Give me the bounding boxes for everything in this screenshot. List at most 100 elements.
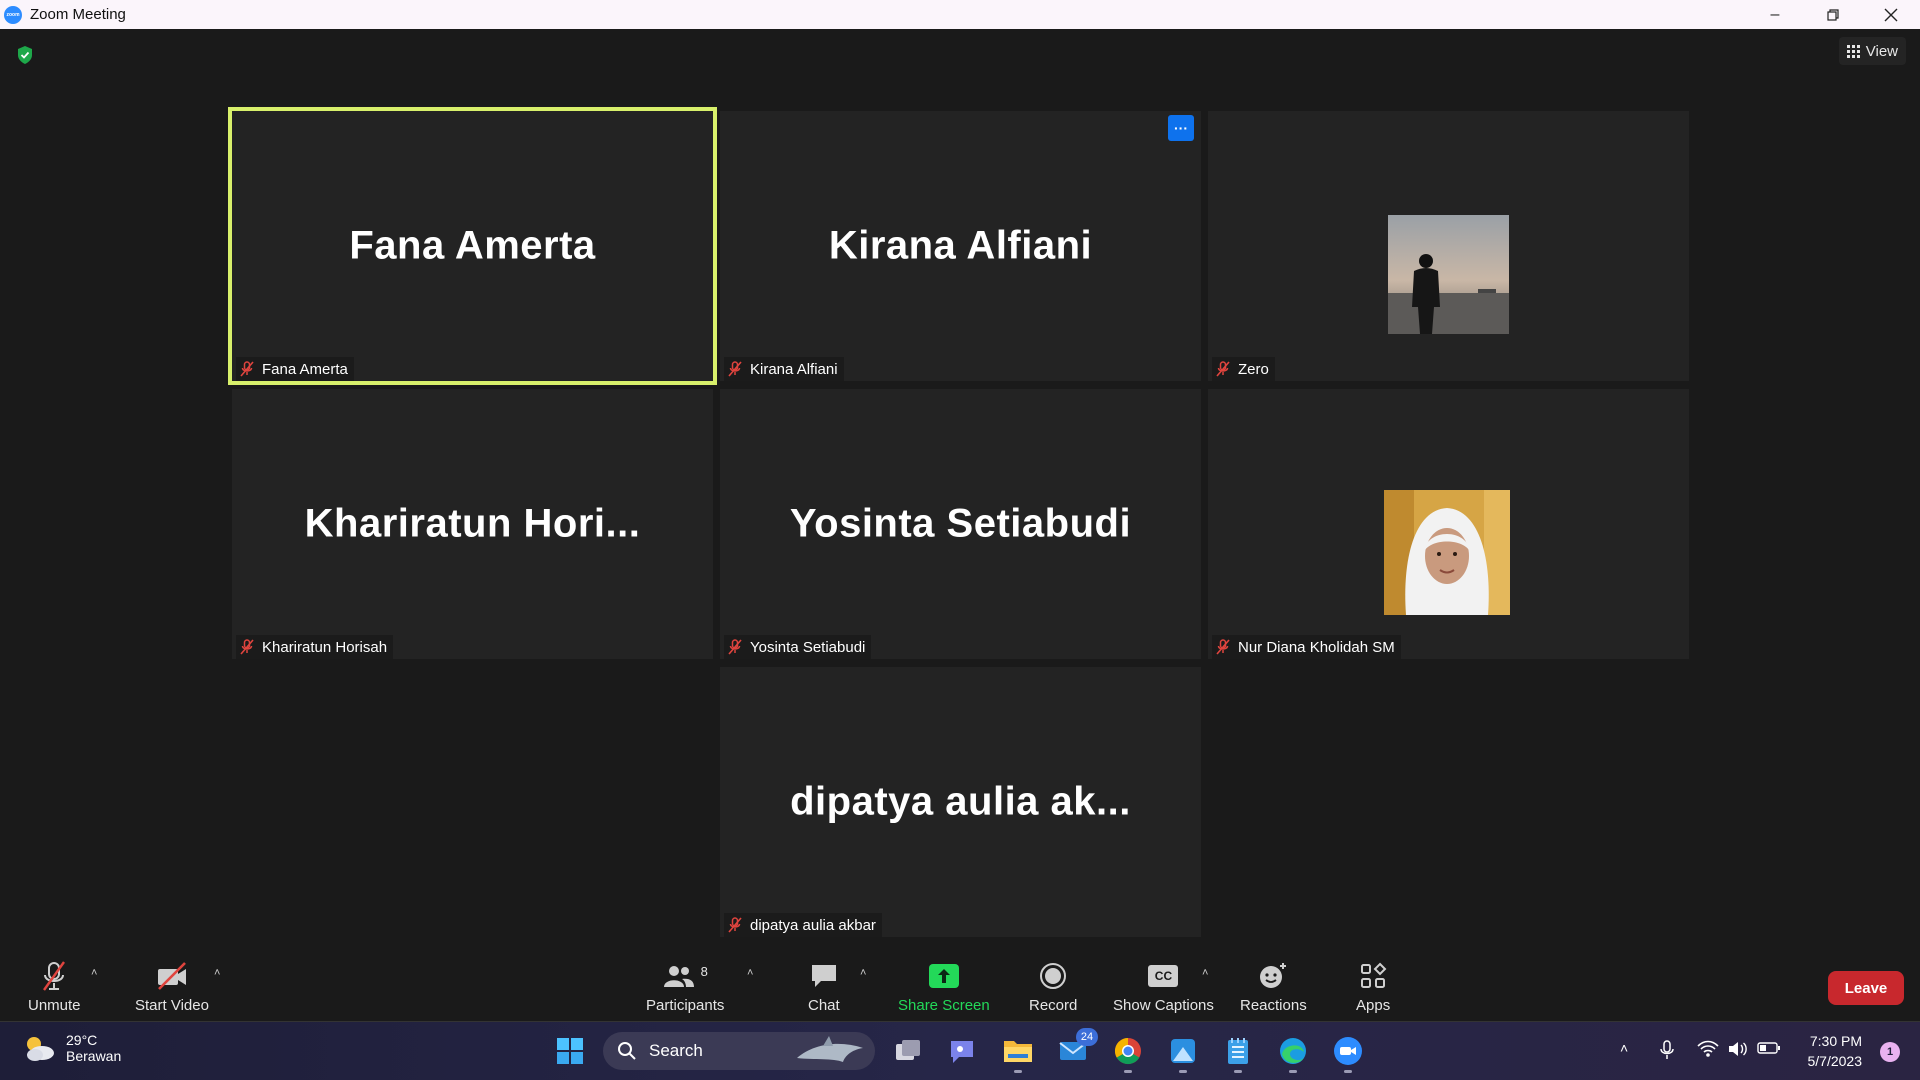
- wifi-icon[interactable]: [1697, 1040, 1719, 1058]
- participants-button[interactable]: 8 Participants: [646, 959, 725, 1015]
- weather-widget[interactable]: 29°C Berawan: [22, 1032, 121, 1064]
- running-indicator: [1234, 1070, 1242, 1073]
- share-screen-button[interactable]: Share Screen: [898, 959, 990, 1014]
- mic-muted-icon: [728, 917, 742, 933]
- leave-button[interactable]: Leave: [1828, 971, 1904, 1005]
- zoom-app[interactable]: [1333, 1036, 1363, 1073]
- participant-tile-nur-diana-kholidah[interactable]: Nur Diana Kholidah SM: [1208, 389, 1689, 659]
- window-controls: –: [1746, 0, 1920, 29]
- windows-logo-icon: [557, 1038, 583, 1064]
- participant-tile-zero[interactable]: Zero: [1208, 111, 1689, 381]
- reactions-button[interactable]: Reactions: [1240, 959, 1307, 1014]
- weather-temperature: 29°C: [66, 1032, 98, 1048]
- participants-options-caret[interactable]: ˄: [747, 967, 753, 979]
- participant-display-name: Khariratun Hori...: [304, 501, 641, 546]
- restore-button[interactable]: [1804, 0, 1862, 29]
- participant-display-name: Kirana Alfiani: [828, 223, 1093, 268]
- clock-time: 7:30 PM: [1809, 1033, 1862, 1049]
- participant-tile-dipatya-aulia-akbar[interactable]: dipatya aulia ak... dipatya aulia akbar: [720, 667, 1201, 937]
- file-explorer-app[interactable]: [1003, 1036, 1033, 1073]
- label-text: dipatya aulia akbar: [750, 916, 876, 934]
- captions-options-caret[interactable]: ˄: [1202, 967, 1208, 979]
- chrome-app[interactable]: [1113, 1036, 1143, 1073]
- meeting-area: View Fana Amerta Fana Amerta Kirana Alfi…: [0, 29, 1920, 951]
- label-text: Yosinta Setiabudi: [750, 638, 866, 656]
- partly-cloudy-icon: [27, 1037, 54, 1061]
- notification-badge[interactable]: 1: [1880, 1042, 1900, 1062]
- label-text: Kirana Alfiani: [750, 360, 838, 378]
- close-button[interactable]: [1862, 0, 1920, 29]
- label-text: Nur Diana Kholidah SM: [1238, 638, 1395, 656]
- start-button[interactable]: [555, 1036, 585, 1066]
- battery-icon[interactable]: [1757, 1040, 1781, 1056]
- teams-chat-app[interactable]: [948, 1036, 978, 1066]
- apps-button[interactable]: Apps: [1356, 959, 1390, 1014]
- chat-label: Chat: [808, 997, 840, 1014]
- search-label: Search: [649, 1041, 703, 1060]
- label-text: Zero: [1238, 360, 1269, 378]
- participants-icon: [663, 966, 694, 987]
- unmute-button[interactable]: Unmute: [28, 959, 81, 1014]
- video-options-caret[interactable]: ˄: [214, 967, 220, 979]
- share-screen-icon: [928, 964, 959, 988]
- mic-muted-icon: [1216, 639, 1230, 655]
- edge-app[interactable]: [1278, 1036, 1308, 1073]
- mail-unread-badge: 24: [1076, 1028, 1098, 1046]
- record-button[interactable]: Record: [1029, 959, 1077, 1014]
- windows-taskbar: 29°C Berawan Search 24 ˄ 7:30 PM 5/7/202…: [0, 1021, 1920, 1080]
- encryption-shield-icon[interactable]: [16, 45, 34, 65]
- participant-display-name: Yosinta Setiabudi: [789, 501, 1132, 546]
- teams-chat-icon: [951, 1041, 973, 1063]
- notepad-icon: [1228, 1038, 1248, 1064]
- video-off-icon: [157, 962, 186, 990]
- record-icon: [1040, 963, 1067, 989]
- start-video-label: Start Video: [135, 997, 209, 1014]
- minimize-button[interactable]: –: [1746, 0, 1804, 29]
- participant-tile-yosinta-setiabudi[interactable]: Yosinta Setiabudi Yosinta Setiabudi: [720, 389, 1201, 659]
- participant-name-label: Khariratun Horisah: [236, 635, 394, 659]
- participants-count: 8: [700, 963, 708, 979]
- show-hidden-icons-chevron[interactable]: ˄: [1620, 1040, 1628, 1056]
- participant-name-label: Kirana Alfiani: [724, 357, 844, 381]
- show-captions-button[interactable]: CC Show Captions: [1113, 959, 1214, 1014]
- participant-tile-kirana-alfiani[interactable]: Kirana Alfiani ··· Kirana Alfiani: [720, 111, 1201, 381]
- participant-tile-fana-amerta[interactable]: Fana Amerta Fana Amerta: [228, 107, 717, 385]
- taskbar-search-box[interactable]: Search: [603, 1032, 875, 1070]
- running-indicator: [1179, 1070, 1187, 1073]
- volume-icon[interactable]: [1728, 1040, 1748, 1058]
- closed-captions-icon: CC: [1148, 965, 1179, 987]
- running-indicator: [1344, 1070, 1352, 1073]
- audio-options-caret[interactable]: ˄: [91, 967, 97, 979]
- start-video-button[interactable]: Start Video: [135, 959, 209, 1014]
- share-screen-label: Share Screen: [898, 997, 990, 1014]
- chat-button[interactable]: Chat: [808, 959, 840, 1014]
- profile-photo-silhouette: [1388, 215, 1509, 334]
- system-clock[interactable]: 7:30 PM 5/7/2023: [1808, 1031, 1863, 1071]
- mail-app[interactable]: 24: [1058, 1028, 1098, 1066]
- mic-muted-icon: [728, 361, 742, 377]
- close-icon: [1884, 8, 1898, 21]
- participant-tile-khariratun-horisah[interactable]: Khariratun Hori... Khariratun Horisah: [232, 389, 713, 659]
- task-view-button[interactable]: [893, 1036, 923, 1066]
- zoom-app-icon: zoom: [4, 5, 22, 24]
- zoom-icon: [1334, 1037, 1362, 1065]
- clock-date: 5/7/2023: [1807, 1053, 1863, 1069]
- reactions-icon: [1260, 963, 1287, 988]
- view-button[interactable]: View: [1838, 37, 1906, 65]
- photos-app[interactable]: [1168, 1036, 1198, 1073]
- microphone-icon[interactable]: [1660, 1040, 1674, 1060]
- running-indicator: [1124, 1070, 1132, 1073]
- participants-label: Participants: [646, 997, 725, 1014]
- title-bar: zoom Zoom Meeting –: [0, 0, 1920, 29]
- restore-icon: [1827, 8, 1839, 21]
- participant-display-name: Fana Amerta: [349, 223, 596, 268]
- show-captions-label: Show Captions: [1113, 997, 1214, 1014]
- chat-options-caret[interactable]: ˄: [860, 967, 866, 979]
- participant-name-label: Fana Amerta: [236, 357, 354, 381]
- more-options-button[interactable]: ···: [1168, 115, 1194, 141]
- participant-name-label: Nur Diana Kholidah SM: [1212, 635, 1401, 659]
- notepad-app[interactable]: [1223, 1036, 1253, 1073]
- label-text: Fana Amerta: [262, 360, 348, 378]
- mic-muted-icon: [1216, 361, 1230, 377]
- mic-muted-icon: [240, 361, 254, 377]
